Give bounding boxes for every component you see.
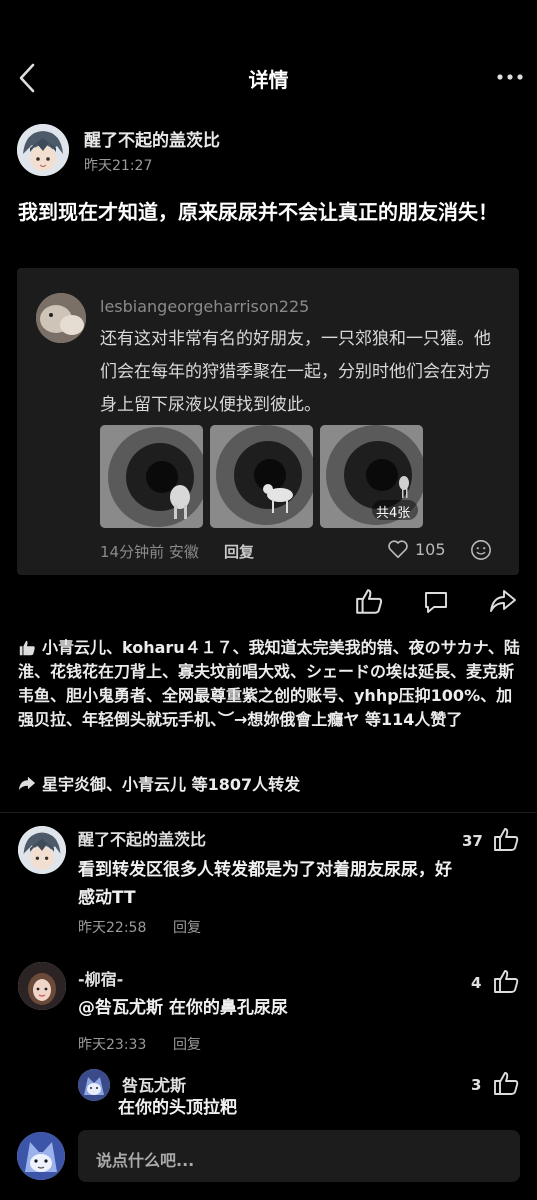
quoted-reply-link[interactable]: 回复 [224,541,254,562]
my-avatar[interactable] [17,1132,65,1180]
post-time: 昨天21:27 [84,158,153,174]
comment-like-count: 37 [462,832,483,850]
comment-reply-link[interactable]: 回复 [173,1034,201,1054]
quoted-user-avatar[interactable] [36,293,86,343]
reposts-text[interactable]: 星宇炎御、小青云儿 等1807人转发 [42,771,300,795]
subreply-like-thumb-icon[interactable] [492,1069,520,1097]
like-thumb-icon[interactable] [354,586,384,616]
quoted-text: 还有这对非常有名的好朋友，一只郊狼和一只獾。他们会在每年的狩猎季聚在一起，分别时… [100,329,491,415]
divider [0,812,537,813]
comment-icon[interactable] [421,588,451,616]
share-forward-icon[interactable] [488,587,518,615]
emoji-icon[interactable] [470,539,492,561]
repost-icon [18,776,36,791]
comment-like-thumb-icon[interactable] [492,825,520,853]
page-title: 详情 [248,68,289,92]
comment-reply-link[interactable]: 回复 [173,917,201,937]
likes-thumb-icon [19,640,35,656]
quoted-meta: 14分钟前 安徽 [100,543,199,561]
comment-text: 看到转发区很多人转发都是为了对着朋友尿尿，好感动TT [78,860,452,908]
post-text: 我到现在才知道，原来尿尿并不会让真正的朋友消失！ [18,200,498,224]
likes-text: 小青云儿、koharu４１７、我知道太完美我的错、夜のサカナ、陆淮、花钱花在刀背… [18,638,520,729]
comment-like-thumb-icon[interactable] [492,967,520,995]
comment-author[interactable]: 醒了不起的盖茨比 [78,826,206,850]
subreply-like-count: 3 [471,1076,482,1094]
subreply-author[interactable]: 咎瓦尤斯 [122,1072,186,1096]
subreply-avatar[interactable] [78,1069,110,1101]
quoted-image-1[interactable] [100,425,203,528]
post-author-name[interactable]: 醒了不起的盖茨比 [84,126,220,151]
heart-icon[interactable] [386,538,410,560]
quoted-image-2[interactable] [210,425,313,528]
quoted-username[interactable]: lesbiangeorgeharrison225 [100,297,309,316]
comment-author[interactable]: -柳宿- [78,966,123,990]
comment-avatar[interactable] [18,962,66,1010]
comment-avatar[interactable] [18,826,66,874]
image-count-badge-text: 共4张 [376,506,411,521]
quoted-like-count: 105 [415,540,446,559]
comment-input-placeholder: 说点什么吧... [96,1151,195,1170]
post-author-avatar[interactable] [17,124,69,176]
comment-time: 昨天23:33 [78,1037,147,1053]
comment-time: 昨天22:58 [78,920,147,936]
more-options-icon[interactable] [496,72,524,82]
comment-text: @咎瓦尤斯 在你的鼻孔尿尿 [78,998,288,1018]
comment-like-count: 4 [471,974,482,992]
likes-list[interactable]: 小青云儿、koharu４１７、我知道太完美我的错、夜のサカナ、陆淮、花钱花在刀背… [18,636,523,732]
